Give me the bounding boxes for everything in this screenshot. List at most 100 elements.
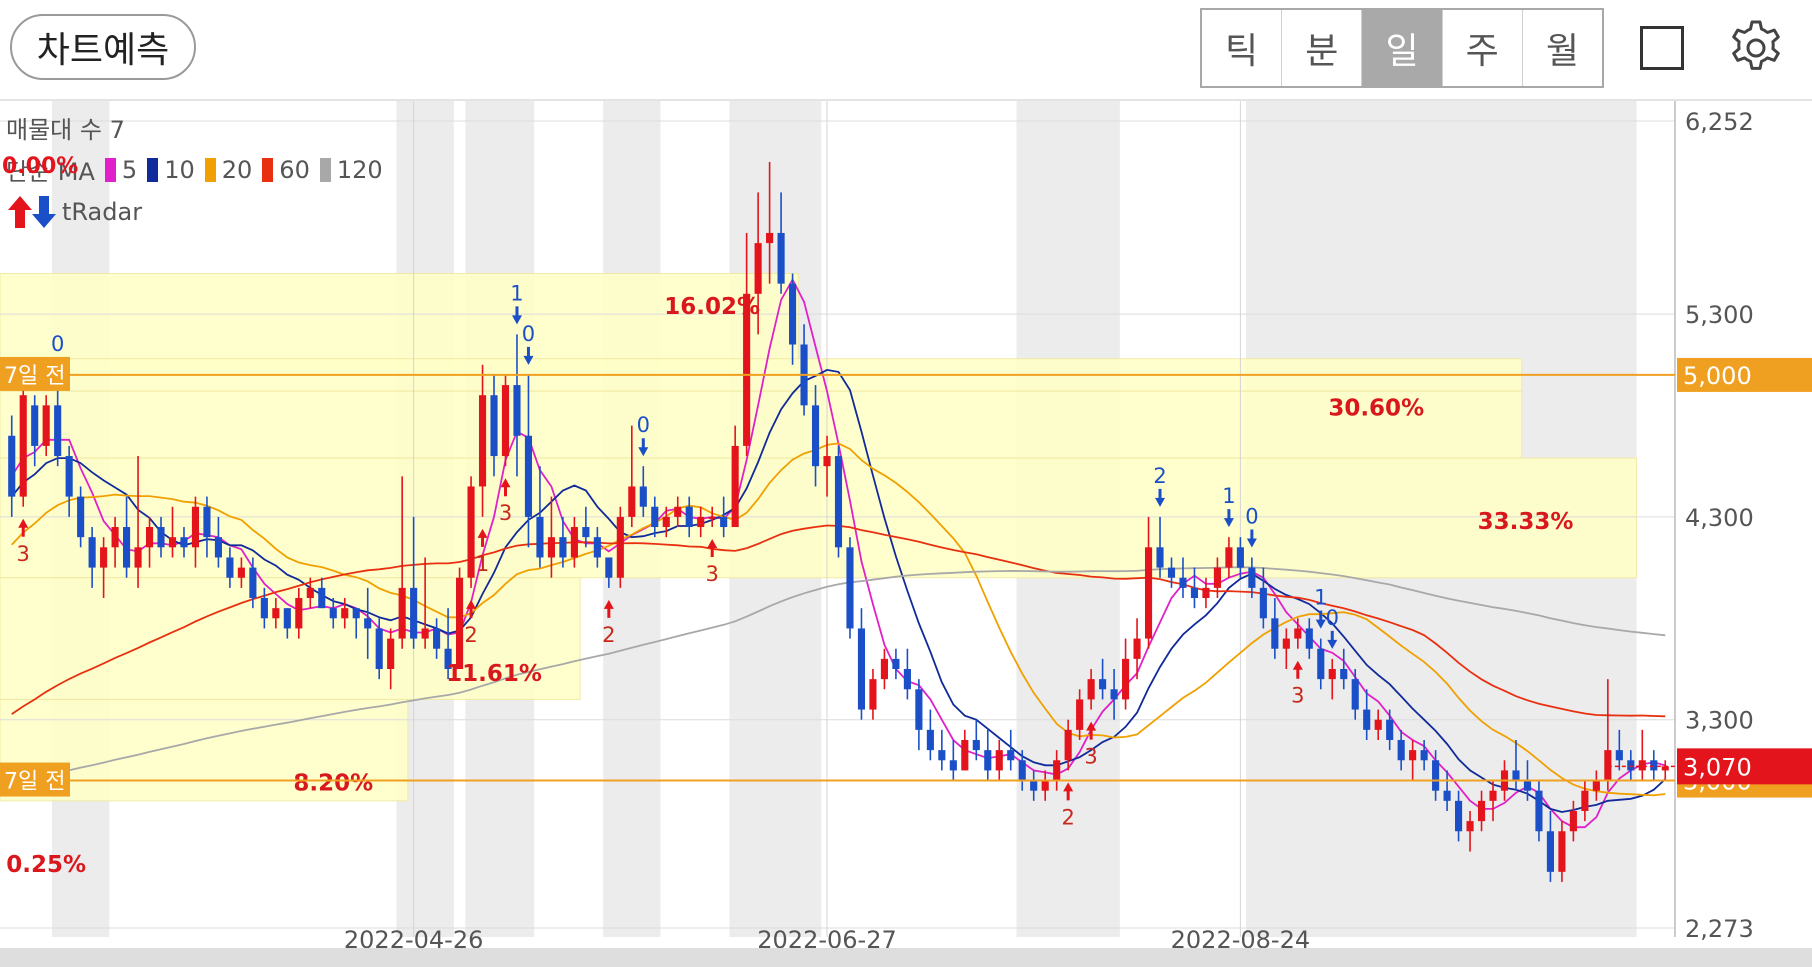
volume-profile-legend: 매물대 수 7 xyxy=(6,116,125,144)
candle-body xyxy=(341,608,349,619)
candle-body xyxy=(984,750,992,771)
candle-body xyxy=(1523,780,1532,791)
signal-label: 2 xyxy=(464,623,477,647)
candle-body xyxy=(651,506,659,528)
candle-body xyxy=(1305,628,1313,649)
signal-label: 3 xyxy=(1291,684,1304,708)
candle-body xyxy=(100,547,108,568)
candle-body xyxy=(789,283,797,345)
candle-body xyxy=(1110,689,1118,700)
candle-body xyxy=(1340,669,1348,680)
candle-body xyxy=(570,527,578,558)
candle-body xyxy=(1489,790,1497,801)
candle-body xyxy=(1030,780,1038,791)
candle-body xyxy=(433,628,441,649)
y-tick-label: 3,300 xyxy=(1685,707,1754,735)
candle-body xyxy=(1236,547,1244,568)
candle-body xyxy=(1512,770,1520,781)
candle-body xyxy=(1420,750,1428,761)
candle-body xyxy=(892,658,900,670)
candle-body xyxy=(1569,810,1577,832)
candle-body xyxy=(972,739,980,751)
candle-body xyxy=(1638,760,1646,771)
chart-predict-button[interactable]: 차트예측 xyxy=(10,14,196,80)
candle-body xyxy=(731,445,739,528)
candle-body xyxy=(306,587,314,599)
candle-body xyxy=(467,486,475,578)
candle-body xyxy=(19,395,27,497)
candle-body xyxy=(387,638,395,670)
candle-body xyxy=(157,527,165,548)
candle-body xyxy=(582,527,590,538)
candle-body xyxy=(478,395,487,487)
candle-body xyxy=(857,628,866,710)
candle-body xyxy=(42,405,50,446)
bottom-scrollbar[interactable] xyxy=(0,948,1812,967)
candle-body xyxy=(513,385,521,436)
tab-day[interactable]: 일 xyxy=(1362,10,1443,86)
candle-body xyxy=(283,608,291,629)
candle-body xyxy=(260,598,268,619)
square-icon[interactable] xyxy=(1640,26,1684,70)
candle-body xyxy=(674,506,682,517)
candle-body xyxy=(123,527,131,568)
candle-body xyxy=(754,243,762,294)
zone-percent-label: 30.60% xyxy=(1328,395,1424,421)
volume-zone xyxy=(0,390,1523,459)
candle-body xyxy=(501,385,510,457)
candle-body xyxy=(869,679,877,710)
zone-percent-label: 11.61% xyxy=(446,661,542,687)
gear-icon[interactable] xyxy=(1726,18,1786,78)
signal-label: 2 xyxy=(1153,464,1166,488)
up-down-arrows-icon xyxy=(8,196,56,228)
candlestick-chart[interactable]: 6,252 5,300 4,300 3,300 2,273 2022-04-26 2022-… xyxy=(0,101,1812,948)
candle-body xyxy=(134,547,142,568)
candle-body xyxy=(1259,587,1267,619)
signal-label: 3 xyxy=(499,501,512,525)
candle-body xyxy=(1248,567,1256,588)
candle-body xyxy=(547,537,555,558)
ma10-swatch xyxy=(147,157,159,182)
x-tick-label: 2022-06-27 xyxy=(757,926,896,948)
y-tick-label: 4,300 xyxy=(1685,504,1754,532)
tab-month[interactable]: 월 xyxy=(1523,10,1602,86)
candle-body xyxy=(685,506,693,528)
top-toolbar: 차트예측 틱 분 일 주 월 xyxy=(0,0,1812,100)
candle-body xyxy=(456,577,464,670)
candle-body xyxy=(1122,658,1130,700)
candle-body xyxy=(926,729,934,751)
candle-body xyxy=(720,516,728,528)
candle-body xyxy=(1558,831,1566,872)
candle-body xyxy=(329,608,337,619)
candle-body xyxy=(364,618,372,629)
candle-body xyxy=(272,608,280,619)
candle-body xyxy=(1064,729,1072,761)
candle-body xyxy=(77,496,85,538)
candle-body xyxy=(777,232,785,284)
candle-body xyxy=(318,587,326,609)
candle-body xyxy=(1099,679,1107,690)
candle-body xyxy=(823,456,831,467)
signal-label: 1 xyxy=(476,552,489,576)
x-tick-label: 2022-04-26 xyxy=(344,926,483,948)
candle-body xyxy=(1041,780,1049,791)
candle-body xyxy=(31,405,39,446)
candle-body xyxy=(834,456,843,548)
candle-body xyxy=(1213,567,1221,588)
candle-body xyxy=(295,598,303,629)
tab-tick[interactable]: 틱 xyxy=(1202,10,1283,86)
tab-week[interactable]: 주 xyxy=(1443,10,1523,86)
ma20-swatch xyxy=(204,157,216,182)
candle-body xyxy=(1546,831,1554,872)
tradar-label: tRadar xyxy=(62,198,143,226)
ma20-label: 20 xyxy=(221,155,253,184)
candle-body xyxy=(1202,587,1210,599)
candle-body xyxy=(1351,679,1359,710)
zone-percent-label: 0.25% xyxy=(6,852,86,878)
candle-body xyxy=(1432,760,1440,791)
signal-label: 0 xyxy=(1326,606,1339,630)
candle-body xyxy=(880,658,888,680)
signal-label: 0 xyxy=(522,322,535,346)
tab-minute[interactable]: 분 xyxy=(1282,10,1363,86)
candle-body xyxy=(961,739,969,771)
